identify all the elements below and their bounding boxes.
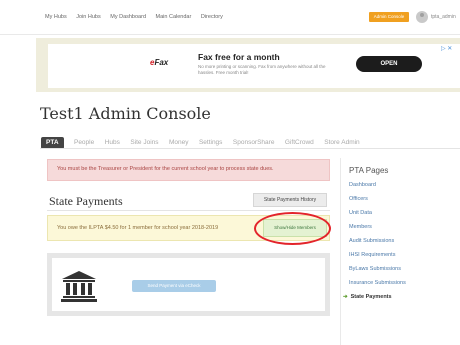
nav-link-my-hubs[interactable]: My Hubs (45, 14, 67, 20)
sidebar-title: PTA Pages (349, 166, 389, 175)
ad-title[interactable]: Fax free for a month (198, 52, 280, 62)
section-divider (47, 210, 330, 211)
nav-link-directory[interactable]: Directory (201, 14, 223, 20)
ad-text: No more printing or scanning. Fax from a… (198, 64, 326, 75)
nav-link-main-calendar[interactable]: Main Calendar (156, 14, 192, 20)
nav-link-my-dashboard[interactable]: My Dashboard (110, 14, 146, 20)
efax-logo-fax: Fax (154, 58, 169, 67)
sidebar-item-members[interactable]: Members (349, 224, 372, 230)
sidebar-item-insurance-submissions[interactable]: Insurance Submissions (349, 280, 406, 286)
bank-icon (60, 270, 98, 302)
sidebar-divider (340, 158, 341, 345)
error-alert-text: You must be the Treasurer or President f… (57, 166, 274, 172)
page-title: Test1 Admin Console (40, 104, 211, 123)
sidebar-item-bylaws-submissions[interactable]: ByLaws Submissions (349, 266, 401, 272)
payment-due-text: You owe the ILPTA $4.50 for 1 member for… (57, 225, 219, 231)
ad-open-button[interactable]: OPEN (356, 56, 422, 72)
sidebar-item-dashboard[interactable]: Dashboard (349, 182, 376, 188)
highlight-circle-annotation (254, 212, 331, 245)
sidebar-item-ihsi-requirements[interactable]: IHSI Requirements (349, 252, 395, 258)
top-navbar: My Hubs Join Hubs My Dashboard Main Cale… (0, 0, 460, 35)
user-name[interactable]: tpta_admin (431, 14, 456, 20)
sidebar-item-unit-data[interactable]: Unit Data (349, 210, 372, 216)
sidebar-item-audit-submissions[interactable]: Audit Submissions (349, 238, 394, 244)
send-echeck-button[interactable]: Send Payment via eCheck (132, 280, 216, 292)
nav-link-join-hubs[interactable]: Join Hubs (76, 14, 100, 20)
avatar[interactable] (416, 11, 428, 23)
section-title: State Payments (49, 194, 123, 208)
admin-console-button[interactable]: Admin Console (369, 12, 409, 22)
sidebar-item-label: State Payments (350, 294, 392, 300)
tabs-divider (40, 148, 460, 149)
state-payments-history-button[interactable]: State Payments History (253, 193, 327, 207)
top-nav-links: My Hubs Join Hubs My Dashboard Main Cale… (45, 14, 231, 20)
sidebar-item-state-payments[interactable]: ➔ State Payments (343, 294, 392, 300)
efax-logo: eFax (150, 58, 168, 67)
ad-close-icon[interactable]: ▷ ✕ (441, 45, 452, 52)
sidebar-item-officers[interactable]: Officers (349, 196, 368, 202)
arrow-right-icon: ➔ (343, 294, 348, 300)
admin-tabs: PTA People Hubs Site Joins Money Setting… (41, 131, 366, 149)
